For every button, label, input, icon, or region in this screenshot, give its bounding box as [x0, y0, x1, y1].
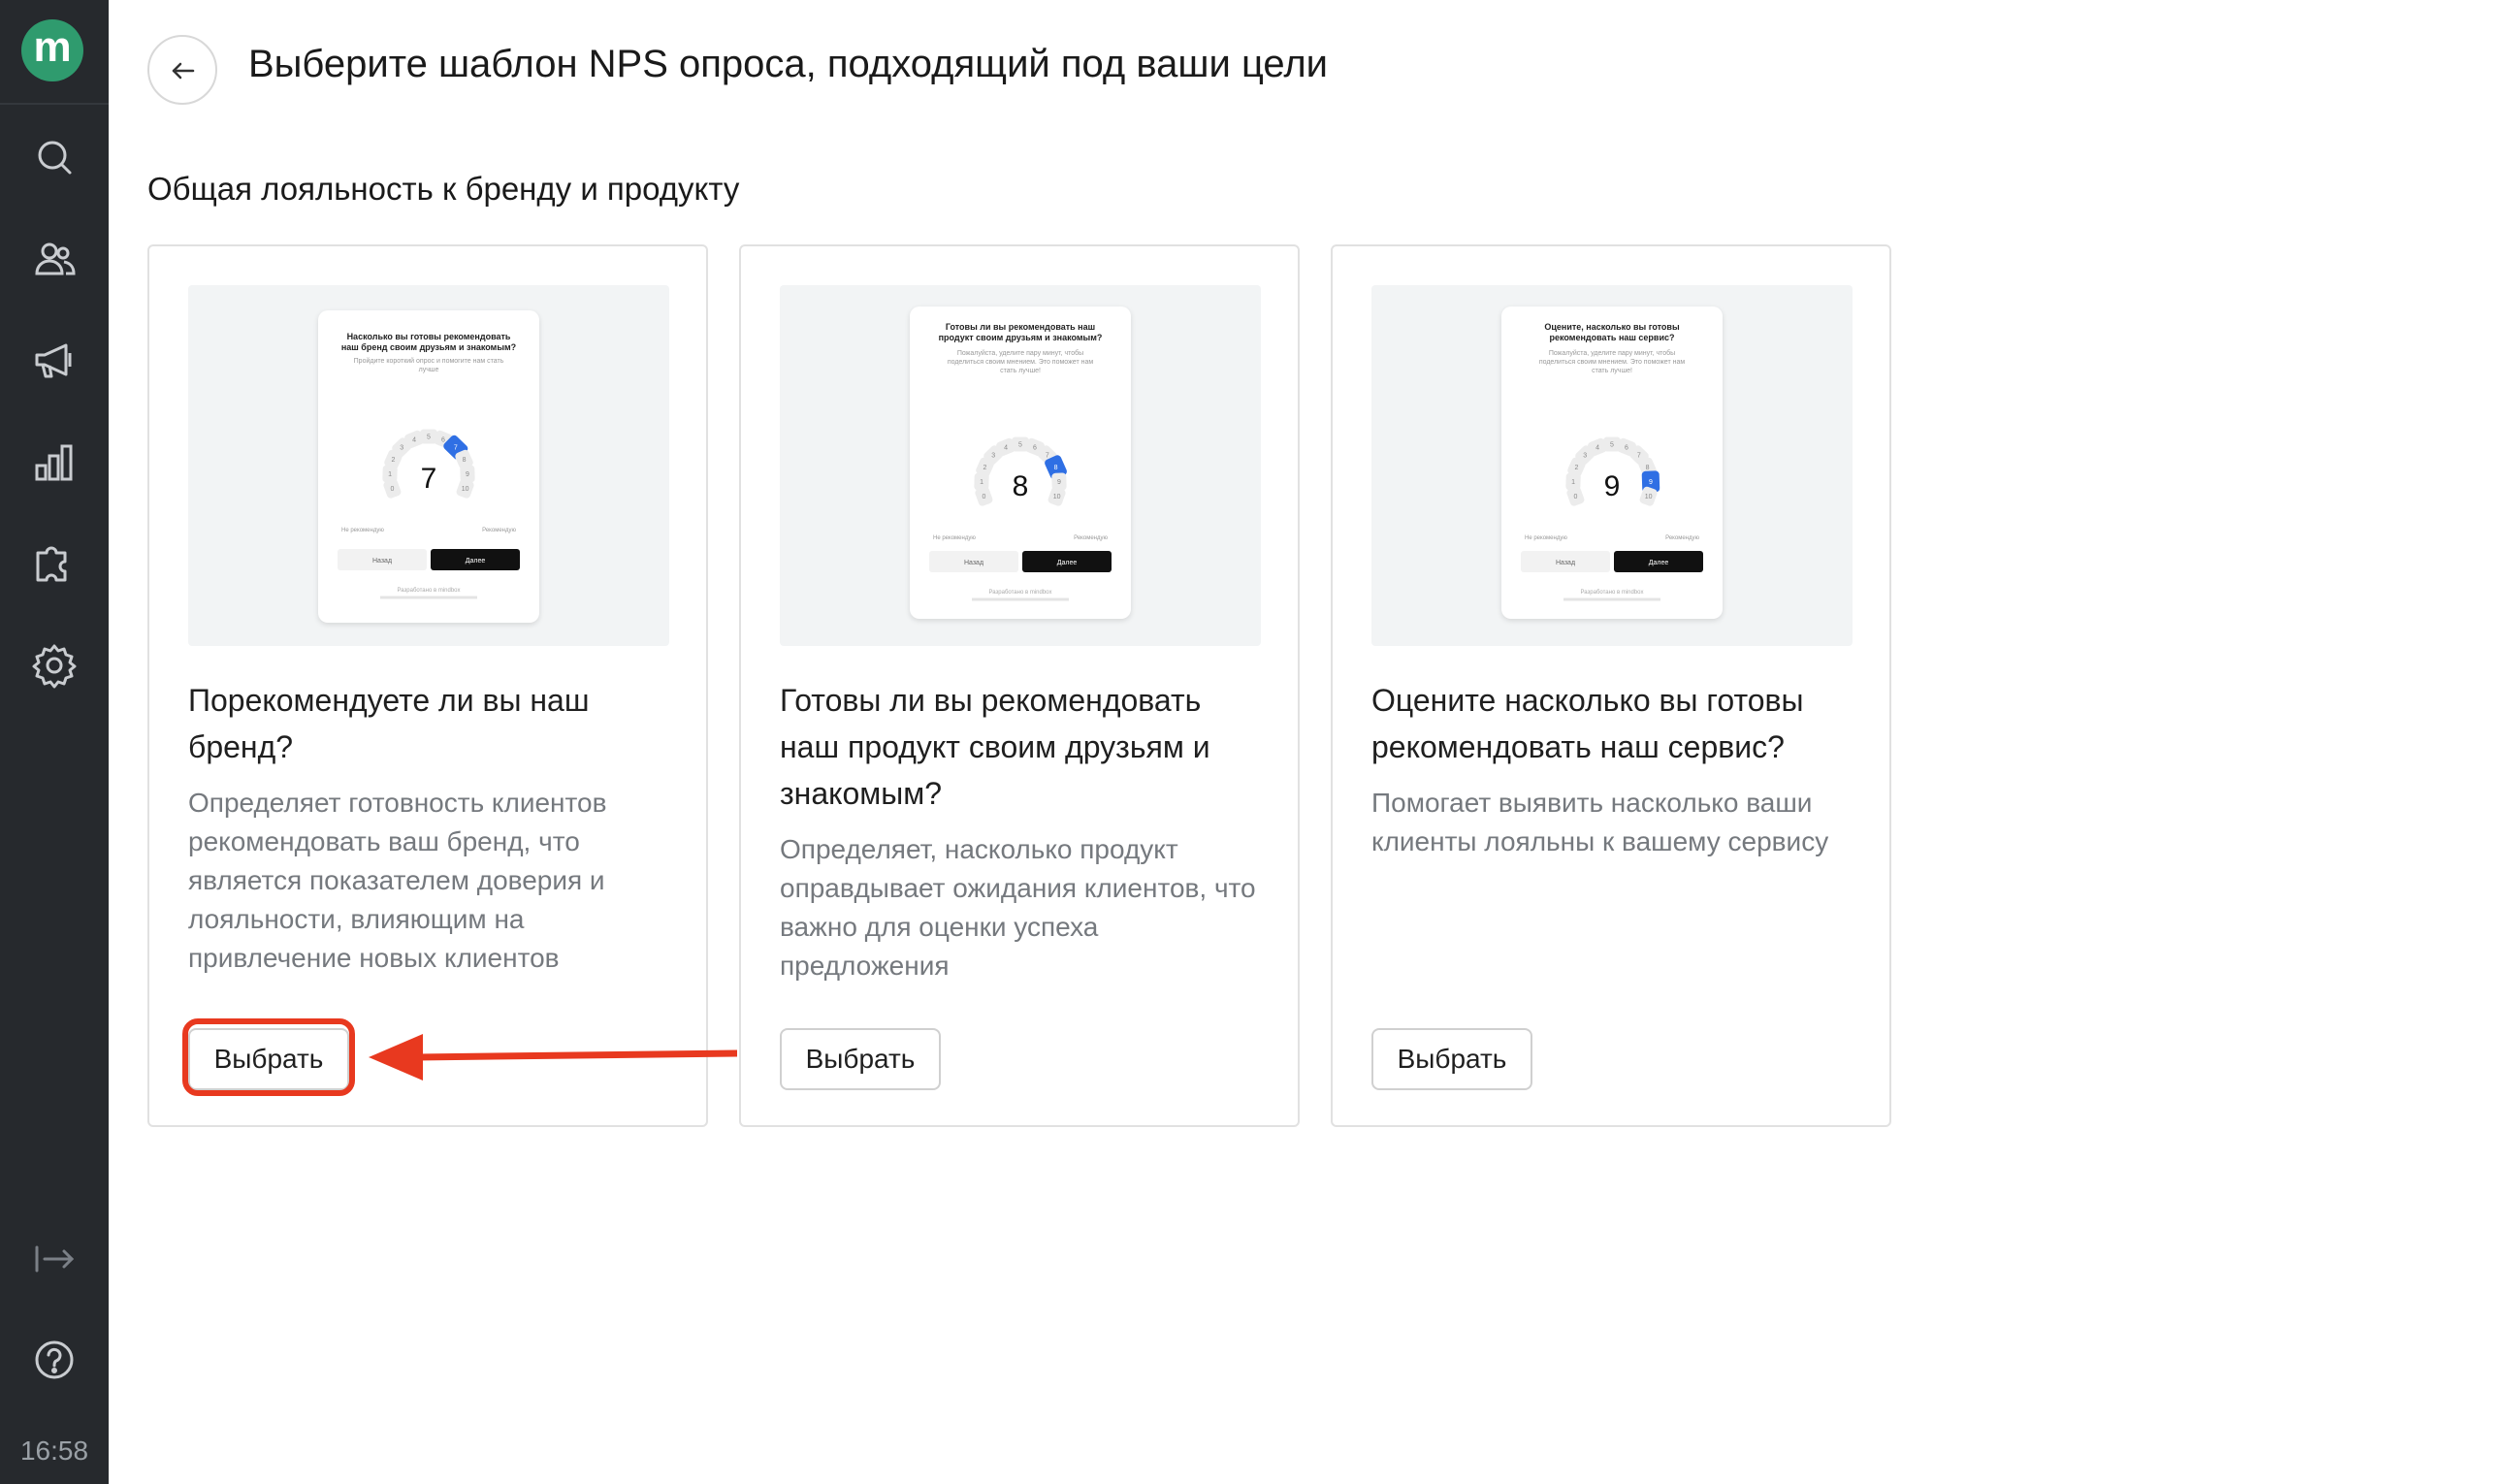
- nps-segment-label: 2: [392, 457, 396, 464]
- nps-segment-label: 7: [1637, 453, 1641, 460]
- preview-high-label: Рекомендую: [1074, 535, 1108, 541]
- preview-hint: Пожалуйста, уделите пару минут, чтобы под…: [948, 349, 1094, 374]
- sidebar-divider: [0, 103, 109, 105]
- nps-segment-label: 7: [1046, 453, 1049, 460]
- preview-hint: Пройдите короткий опрос и помогите нам с…: [354, 357, 504, 373]
- clock: 16:58: [19, 1436, 89, 1466]
- nps-segment-label: 8: [1646, 465, 1650, 471]
- nps-segment-label: 6: [1033, 444, 1037, 451]
- nps-segment-label: 1: [388, 471, 392, 478]
- logout-icon[interactable]: [29, 1234, 80, 1284]
- survey-preview-phone: Готовы ли вы рекомендовать наш продукт св…: [910, 306, 1131, 619]
- preview-hint: Пожалуйста, уделите пару минут, чтобы под…: [1539, 349, 1686, 374]
- card-description: Помогает выявить насколько ваши клиенты …: [1371, 788, 1829, 856]
- preview-low-label: Не рекомендую: [1525, 535, 1567, 541]
- nps-segment-label: 4: [412, 436, 416, 443]
- preview-footer: Разработано в mindbox: [988, 590, 1051, 596]
- nps-segment-label: 9: [466, 471, 469, 478]
- template-preview: Готовы ли вы рекомендовать наш продукт св…: [780, 285, 1261, 646]
- nps-segment-label: 5: [1018, 442, 1022, 449]
- template-card-service[interactable]: Оцените, насколько вы готовы рекомендоват…: [1331, 244, 1891, 1127]
- preview-score: 8: [1013, 470, 1029, 502]
- chart-icon[interactable]: [29, 438, 80, 489]
- nps-segment-label: 4: [1595, 444, 1599, 451]
- preview-score: 9: [1604, 470, 1621, 502]
- preview-question: Насколько вы готовы рекомендовать наш бре…: [341, 332, 516, 352]
- preview-footer: Разработано в mindbox: [397, 588, 460, 594]
- template-preview: Оцените, насколько вы готовы рекомендоват…: [1371, 285, 1853, 646]
- page-title: Выберите шаблон NPS опроса, подходящий п…: [248, 43, 1329, 85]
- preview-low-label: Не рекомендую: [933, 535, 976, 541]
- template-card-product[interactable]: Готовы ли вы рекомендовать наш продукт св…: [739, 244, 1300, 1127]
- help-icon[interactable]: [29, 1335, 80, 1385]
- arrow-left-icon: [172, 62, 195, 80]
- highlight-box: [182, 1018, 355, 1096]
- preview-question: Оцените, насколько вы готовы рекомендоват…: [1544, 322, 1680, 342]
- nps-segment-label: 7: [454, 445, 458, 452]
- nps-segment-label: 6: [1625, 444, 1628, 451]
- preview-next: Далее: [1057, 560, 1078, 566]
- nps-segment-label: 2: [1575, 465, 1579, 471]
- survey-preview-phone: Оцените, насколько вы готовы рекомендоват…: [1501, 306, 1723, 619]
- select-button[interactable]: Выбрать: [780, 1028, 941, 1090]
- nps-segment-label: 10: [1053, 494, 1061, 500]
- preview-next: Далее: [1649, 560, 1669, 566]
- nps-segment-label: 9: [1649, 479, 1653, 486]
- logo[interactable]: m: [21, 19, 83, 81]
- nps-segment-label: 4: [1004, 444, 1008, 451]
- megaphone-icon[interactable]: [29, 336, 80, 386]
- nps-segment-label: 0: [390, 486, 394, 493]
- nps-segment-label: 3: [1583, 453, 1587, 460]
- survey-preview-phone: Насколько вы готовы рекомендовать наш бре…: [318, 310, 539, 623]
- nps-segment-label: 2: [983, 465, 987, 471]
- nps-segment-label: 10: [1645, 494, 1653, 500]
- preview-next: Далее: [466, 558, 486, 565]
- preview-back: Назад: [964, 560, 983, 566]
- preview-question: Готовы ли вы рекомендовать наш продукт св…: [939, 322, 1103, 342]
- card-description: Определяет, насколько продукт оправдывае…: [780, 834, 1256, 981]
- preview-score: 7: [421, 463, 437, 495]
- nps-segment-label: 9: [1057, 479, 1061, 486]
- nps-segment-label: 3: [400, 445, 403, 452]
- nps-segment-label: 0: [1573, 494, 1577, 500]
- card-title: Готовы ли вы рекомендовать наш продукт с…: [780, 683, 1210, 811]
- template-preview: Насколько вы готовы рекомендовать наш бре…: [188, 285, 669, 646]
- preview-high-label: Рекомендую: [1665, 535, 1699, 541]
- preview-low-label: Не рекомендую: [341, 528, 384, 533]
- search-icon[interactable]: [29, 132, 80, 182]
- arrow-left-annotation-icon: [369, 1034, 737, 1081]
- sidebar: m 16:58: [0, 0, 109, 1484]
- preview-back: Назад: [372, 558, 392, 565]
- select-button[interactable]: Выбрать: [1371, 1028, 1532, 1090]
- gear-icon[interactable]: [29, 640, 80, 691]
- nps-segment-label: 5: [427, 435, 431, 441]
- card-title: Порекомендуете ли вы наш бренд?: [188, 683, 590, 764]
- puzzle-icon[interactable]: [29, 539, 80, 590]
- nps-segment-label: 1: [980, 479, 983, 486]
- card-description: Определяет готовность клиентов рекомендо…: [188, 788, 607, 973]
- preview-footer: Разработано в mindbox: [1580, 590, 1643, 596]
- users-icon[interactable]: [29, 235, 80, 285]
- back-button[interactable]: [147, 35, 217, 105]
- nps-segment-label: 6: [441, 436, 445, 443]
- section-title: Общая лояльность к бренду и продукту: [147, 171, 740, 207]
- nps-segment-label: 8: [1054, 465, 1058, 471]
- template-card-brand[interactable]: Насколько вы готовы рекомендовать наш бре…: [147, 244, 708, 1127]
- nps-segment-label: 0: [982, 494, 985, 500]
- preview-back: Назад: [1556, 560, 1575, 566]
- preview-high-label: Рекомендую: [482, 528, 516, 533]
- nps-segment-label: 5: [1610, 442, 1614, 449]
- nps-segment-label: 3: [991, 453, 995, 460]
- nps-segment-label: 8: [463, 457, 467, 464]
- nps-segment-label: 1: [1571, 479, 1575, 486]
- nps-segment-label: 10: [462, 486, 469, 493]
- card-title: Оцените насколько вы готовы рекомендоват…: [1371, 683, 1804, 764]
